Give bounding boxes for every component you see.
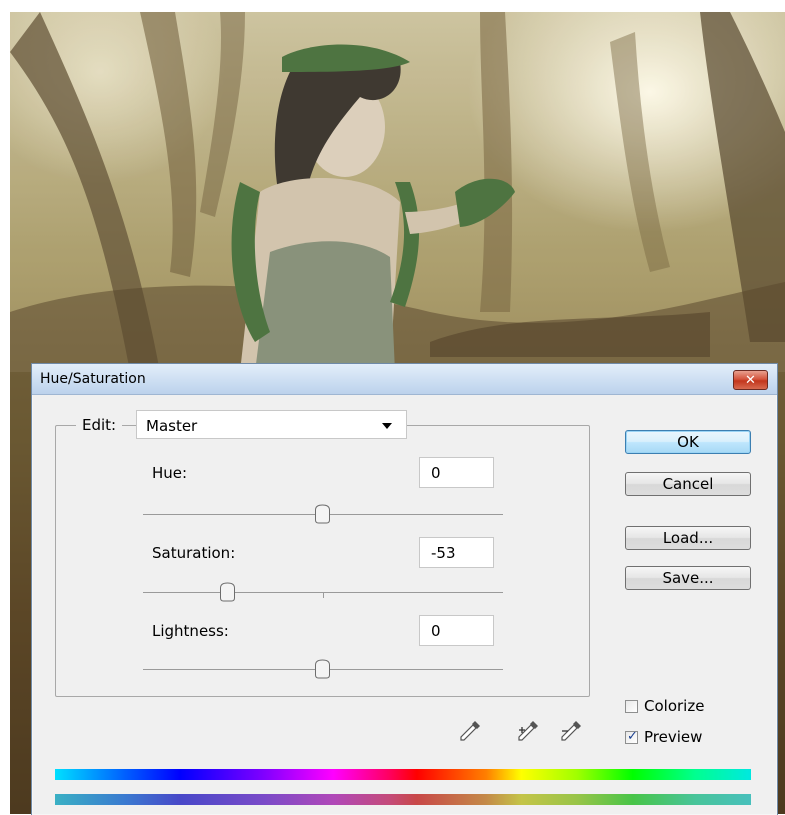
saturation-slider-thumb[interactable] — [219, 582, 236, 602]
colorize-checkbox[interactable] — [625, 699, 638, 713]
edit-channel-value: Master — [146, 417, 198, 435]
saturation-input[interactable]: -53 — [419, 537, 494, 568]
preview-checkbox[interactable]: ✓ — [625, 728, 638, 744]
lightness-input[interactable]: 0 — [419, 615, 494, 646]
preview-check-icon: ✓ — [627, 728, 638, 744]
hue-spectrum-bar-input — [55, 769, 751, 780]
colorize-checkbox-row[interactable]: Colorize — [625, 696, 704, 716]
lightness-label: Lightness: — [152, 622, 229, 640]
colorize-label: Colorize — [644, 697, 705, 715]
save-button[interactable]: Save... — [625, 566, 751, 590]
dropdown-arrow-icon — [382, 423, 392, 429]
lightness-value: 0 — [431, 622, 441, 640]
hue-label: Hue: — [152, 464, 188, 482]
cancel-button[interactable]: Cancel — [625, 472, 751, 496]
close-icon: ✕ — [745, 372, 756, 388]
dialog-titlebar[interactable]: Hue/Saturation ✕ — [32, 364, 777, 395]
hue-spectrum-bar-output — [55, 794, 751, 805]
ok-button[interactable]: OK — [625, 430, 751, 454]
preview-checkbox-row[interactable]: ✓ Preview — [625, 727, 702, 747]
eyedropper-minus-icon[interactable] — [558, 718, 584, 744]
load-button[interactable]: Load... — [625, 526, 751, 550]
saturation-value: -53 — [431, 544, 456, 562]
hue-value: 0 — [431, 464, 441, 482]
close-button[interactable]: ✕ — [733, 370, 768, 390]
hue-saturation-dialog: Hue/Saturation ✕ Edit: Master Hue: 0 Sat… — [31, 363, 778, 815]
dialog-title: Hue/Saturation — [40, 371, 146, 387]
hue-slider-thumb[interactable] — [314, 504, 331, 524]
preview-label: Preview — [644, 728, 703, 746]
adjustment-groupbox — [55, 425, 590, 697]
saturation-center-tick — [323, 592, 324, 598]
eyedropper-plus-icon[interactable] — [515, 718, 541, 744]
edit-label: Edit: — [76, 416, 123, 434]
saturation-label: Saturation: — [152, 544, 236, 562]
edit-channel-dropdown[interactable]: Master — [136, 410, 407, 439]
eyedropper-icon[interactable] — [457, 718, 483, 744]
hue-input[interactable]: 0 — [419, 457, 494, 488]
lightness-slider-thumb[interactable] — [314, 659, 331, 679]
